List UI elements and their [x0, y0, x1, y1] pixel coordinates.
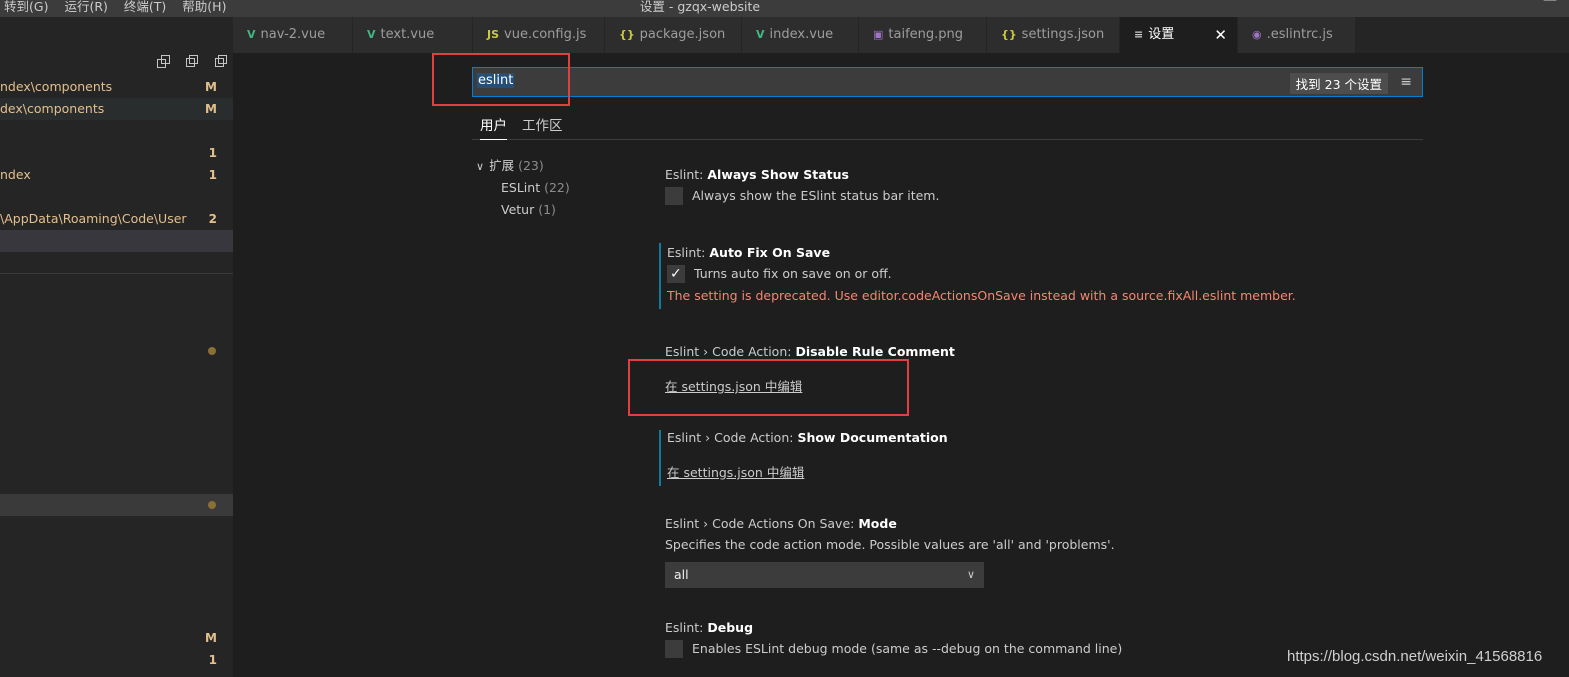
modified-dot-icon: [208, 347, 216, 355]
json-icon: {}: [619, 28, 635, 41]
checkbox[interactable]: [665, 640, 683, 658]
setting-auto-fix-on-save: Eslint: Auto Fix On Save ✓ Turns auto fix…: [659, 243, 1419, 309]
git-status-badge: M: [205, 80, 217, 94]
file-row-selected[interactable]: [0, 494, 233, 516]
problem-count-badge: 2: [208, 212, 217, 226]
file-path: dex\components: [0, 101, 105, 116]
setting-show-documentation: Eslint › Code Action: Show Documentation…: [659, 430, 1419, 486]
file-path: ndex\components: [0, 79, 113, 94]
new-file-icon[interactable]: [157, 55, 171, 69]
tab-label: 设置: [1148, 27, 1175, 42]
tab-taifeng-png[interactable]: ▣ taifeng.png: [859, 17, 987, 53]
settings-toc: ∨ 扩展 (23) ESLint (22) Vetur (1): [476, 155, 570, 221]
modified-dot-icon: [208, 501, 216, 509]
tab-label: vue.config.js: [504, 27, 587, 42]
deprecation-message: The setting is deprecated. Use editor.co…: [667, 288, 1296, 303]
js-icon: JS: [487, 28, 500, 41]
edit-in-settings-json-link[interactable]: 在 settings.json 中编辑: [667, 465, 804, 480]
setting-title: Eslint: Auto Fix On Save: [667, 245, 831, 260]
mode-select[interactable]: all ∨: [665, 562, 984, 588]
tab-vue-config-js[interactable]: JS vue.config.js: [473, 17, 605, 53]
annotation-highlight-box: [628, 359, 909, 416]
git-status-badge: M: [205, 102, 217, 116]
annotation-highlight-box: [432, 53, 570, 106]
setting-description: Specifies the code action mode. Possible…: [665, 537, 1115, 552]
tab-workspace[interactable]: 工作区: [522, 114, 563, 134]
file-row[interactable]: ndex 1: [0, 164, 233, 186]
vue-icon: V: [756, 28, 765, 41]
file-row[interactable]: ndex\components M: [0, 76, 233, 98]
checkbox[interactable]: [665, 187, 683, 205]
setting-description: ✓ Turns auto fix on save on or off.: [667, 263, 1419, 285]
file-row-selected[interactable]: [0, 230, 233, 252]
toc-item-eslint[interactable]: ESLint (22): [476, 177, 570, 199]
chevron-down-icon: ∨: [966, 568, 975, 581]
checkbox-checked[interactable]: ✓: [667, 265, 685, 283]
settings-scope-tabs: 用户 工作区: [472, 110, 1423, 140]
minimize-button[interactable]: —: [1543, 0, 1557, 8]
json-icon: {}: [1001, 28, 1017, 41]
problem-count-badge: 1: [208, 146, 217, 160]
editor-tab-bar: Vnav-2.vue Vtext.vue JS vue.config.js {} p…: [233, 17, 1569, 53]
file-row[interactable]: M: [0, 627, 233, 649]
tab-label: .eslintrc.js: [1266, 27, 1333, 42]
toc-group-extensions[interactable]: ∨ 扩展 (23): [476, 155, 570, 177]
tab-package-json[interactable]: {} package.json: [605, 17, 742, 53]
check-icon: ✓: [670, 266, 682, 282]
setting-description: Always show the ESlint status bar item.: [665, 185, 1419, 207]
file-row[interactable]: \AppData\Roaming\Code\User 2: [0, 208, 233, 230]
filter-icon[interactable]: ≡: [1400, 74, 1412, 90]
tab-label: text.vue: [380, 27, 435, 42]
sidebar-divider: [0, 273, 233, 274]
tab-eslintrc-js[interactable]: ◉ .eslintrc.js: [1238, 17, 1356, 53]
vue-icon: V: [247, 28, 256, 41]
problem-count-badge: 1: [208, 653, 217, 667]
tab-label: taifeng.png: [888, 27, 964, 42]
tab-index-vue[interactable]: Vindex.vue: [742, 17, 859, 53]
tab-label: index.vue: [769, 27, 834, 42]
file-row[interactable]: dex\components M: [0, 98, 233, 120]
file-row[interactable]: 1: [0, 649, 233, 671]
tab-label: nav-2.vue: [260, 27, 326, 42]
file-path: ndex: [0, 167, 31, 182]
file-path: \AppData\Roaming\Code\User: [0, 211, 187, 226]
setting-code-actions-on-save-mode: Eslint › Code Actions On Save: Mode Spec…: [659, 514, 1419, 588]
setting-title: Eslint: Debug: [665, 620, 754, 635]
setting-title: Eslint › Code Action: Show Documentation: [667, 430, 948, 445]
sidebar-actions: [157, 55, 227, 69]
window-title: 设置 - gzqx-website: [639, 0, 761, 14]
setting-title: Eslint › Code Actions On Save: Mode: [665, 516, 897, 531]
vue-icon: V: [367, 28, 376, 41]
close-icon[interactable]: ✕: [1214, 17, 1227, 53]
tab-text-vue[interactable]: Vtext.vue: [353, 17, 473, 53]
tab-nav-2-vue[interactable]: Vnav-2.vue: [233, 17, 353, 53]
refresh-icon[interactable]: [213, 55, 227, 69]
settings-list-icon: ≡: [1134, 28, 1144, 41]
tab-label: settings.json: [1021, 27, 1105, 42]
collapse-icon[interactable]: [185, 55, 199, 69]
eslint-icon: ◉: [1252, 28, 1262, 41]
title-bar: 转到(G) 运行(R) 终端(T) 帮助(H) 设置 - gzqx-websit…: [0, 0, 1569, 17]
setting-always-show-status: Eslint: Always Show Status Always show t…: [659, 165, 1419, 207]
chevron-down-icon: ∨: [476, 160, 485, 173]
settings-search-input[interactable]: eslint 找到 23 个设置 ≡: [472, 67, 1423, 97]
tab-label: package.json: [639, 27, 726, 42]
file-row[interactable]: 1: [0, 142, 233, 164]
tab-settings-ui[interactable]: ≡ 设置 ✕: [1120, 17, 1238, 53]
explorer-sidebar: ndex\components M dex\components M 1 nde…: [0, 17, 233, 677]
tab-user[interactable]: 用户: [480, 114, 507, 140]
tab-settings-json[interactable]: {} settings.json: [987, 17, 1120, 53]
git-status-badge: M: [205, 631, 217, 645]
image-icon: ▣: [873, 28, 884, 41]
toc-item-vetur[interactable]: Vetur (1): [476, 199, 570, 221]
setting-title: Eslint: Always Show Status: [665, 167, 849, 182]
search-result-count: 找到 23 个设置: [1289, 73, 1388, 94]
watermark-url: https://blog.csdn.net/weixin_41568816: [1287, 648, 1543, 665]
problem-count-badge: 1: [208, 168, 217, 182]
